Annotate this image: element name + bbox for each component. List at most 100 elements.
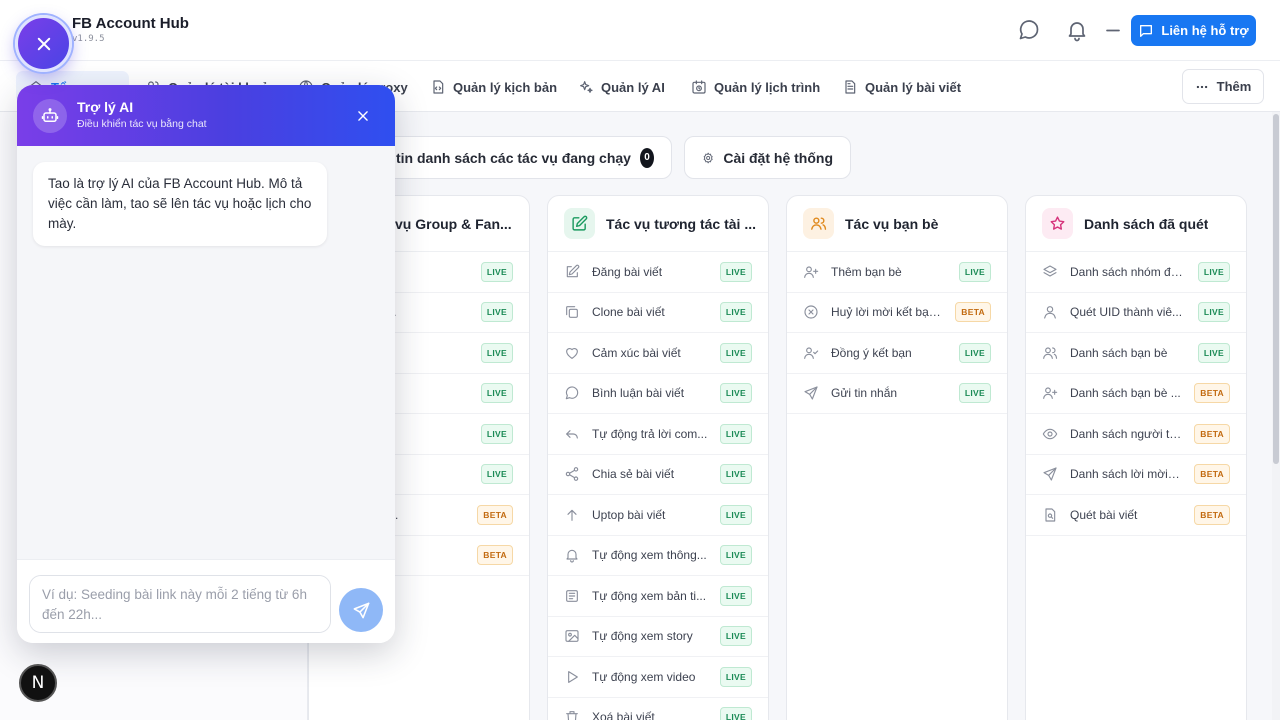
status-badge: LIVE bbox=[719, 545, 752, 566]
task-row[interactable]: Chia sẻ bài viết LIVE bbox=[548, 455, 768, 495]
task-row[interactable]: Danh sách người th... BETA bbox=[1026, 414, 1246, 455]
minimize-icon[interactable] bbox=[1101, 18, 1125, 42]
task-row-label: Danh sách lời mời k... bbox=[1070, 467, 1183, 482]
task-row[interactable]: Clone bài viết LIVE bbox=[548, 293, 768, 333]
task-row[interactable]: Huỷ lời mời kết bạn... BETA bbox=[787, 293, 1007, 333]
task-row[interactable]: Bình luận bài viết LIVE bbox=[548, 374, 768, 414]
status-badge: LIVE bbox=[719, 342, 752, 363]
edit-square-icon bbox=[564, 208, 595, 239]
heart-icon bbox=[566, 347, 578, 359]
status-badge: BETA bbox=[1194, 423, 1230, 444]
toggle-assistant-button[interactable] bbox=[15, 15, 72, 72]
chat-input[interactable] bbox=[29, 575, 331, 633]
more-label: Thêm bbox=[1216, 79, 1252, 94]
status-badge: BETA bbox=[1194, 504, 1230, 525]
dev-tools-badge[interactable]: N bbox=[19, 664, 57, 702]
status-badge: LIVE bbox=[480, 464, 513, 485]
nav-tab-posts[interactable]: Quản lý bài viết bbox=[842, 71, 961, 103]
nav-tab-label: Quản lý lịch trình bbox=[714, 79, 821, 95]
nav-tab-scripts[interactable]: Quản lý kịch bản bbox=[430, 71, 557, 103]
task-row-label: Huỷ lời mời kết bạn... bbox=[831, 305, 944, 320]
task-row-label: Chia sẻ bài viết bbox=[592, 467, 675, 482]
status-badge: LIVE bbox=[1197, 342, 1230, 363]
task-row[interactable]: Tự động xem video LIVE bbox=[548, 657, 768, 698]
message-circle-icon[interactable] bbox=[1017, 18, 1041, 42]
task-row[interactable]: Thêm bạn bè LIVE bbox=[787, 252, 1007, 293]
task-row-label: Uptop bài viết bbox=[592, 507, 666, 522]
status-badge: BETA bbox=[1194, 383, 1230, 404]
task-row[interactable]: Uptop bài viết LIVE bbox=[548, 495, 768, 536]
status-badge: LIVE bbox=[719, 464, 752, 485]
more-horizontal-icon bbox=[1196, 85, 1207, 88]
column-title: Tác vụ bạn bè bbox=[845, 215, 939, 232]
chat-header: Trợ lý AI Điều khiển tác vụ bằng chat bbox=[17, 85, 395, 146]
task-row-label: Tự động trả lời com... bbox=[592, 426, 708, 441]
bot-icon bbox=[33, 99, 67, 133]
task-row-label: Clone bài viết bbox=[592, 305, 665, 320]
task-row-label: Danh sách bạn bè ... bbox=[1070, 386, 1181, 401]
status-badge: LIVE bbox=[480, 342, 513, 363]
task-row-label: Tự động xem story bbox=[592, 629, 693, 644]
contact-support-button[interactable]: Liên hệ hỗ trợ bbox=[1131, 15, 1256, 46]
task-row-label: Tự động xem bản ti... bbox=[592, 588, 707, 603]
task-row-label: Cảm xúc bài viết bbox=[592, 345, 681, 360]
page-scrollbar-thumb[interactable] bbox=[1273, 114, 1279, 464]
status-badge: LIVE bbox=[719, 423, 752, 444]
users-icon bbox=[1043, 347, 1058, 359]
task-row[interactable]: Đăng bài viết LIVE bbox=[548, 252, 768, 293]
task-row[interactable]: Danh sách bạn bè LIVE bbox=[1026, 333, 1246, 374]
send-message-button[interactable] bbox=[339, 588, 383, 632]
task-row[interactable]: Tự động xem story LIVE bbox=[548, 617, 768, 657]
status-badge: LIVE bbox=[719, 383, 752, 404]
assistant-message: Tao là trợ lý AI của FB Account Hub. Mô … bbox=[33, 162, 327, 246]
close-chat-button[interactable] bbox=[352, 105, 374, 127]
nav-tab-label: Quản lý bài viết bbox=[865, 79, 962, 95]
bell-icon bbox=[566, 550, 578, 563]
task-row[interactable]: Quét UID thành viê... LIVE bbox=[1026, 293, 1246, 333]
task-row[interactable]: Tự động trả lời com... LIVE bbox=[548, 414, 768, 455]
close-icon bbox=[37, 37, 50, 50]
nav-tab-ai[interactable]: Quản lý AI bbox=[578, 71, 665, 103]
app-title: FB Account Hub bbox=[72, 15, 189, 32]
task-row[interactable]: Gửi tin nhắn LIVE bbox=[787, 374, 1007, 414]
task-row[interactable]: Danh sách nhóm đã... LIVE bbox=[1026, 252, 1246, 293]
nav-tab-label: Quản lý kịch bản bbox=[453, 79, 558, 95]
user-icon bbox=[1044, 306, 1056, 319]
task-row[interactable]: Danh sách lời mời k... BETA bbox=[1026, 455, 1246, 495]
app-version: v1.9.5 bbox=[72, 34, 105, 44]
users-icon bbox=[803, 208, 834, 239]
file-search-icon bbox=[1045, 508, 1056, 522]
task-row-label: Danh sách nhóm đã... bbox=[1070, 264, 1186, 279]
status-badge: BETA bbox=[1194, 464, 1230, 485]
status-badge: LIVE bbox=[480, 423, 513, 444]
status-badge: LIVE bbox=[480, 383, 513, 404]
chat-composer bbox=[17, 559, 395, 643]
nav-tab-schedule[interactable]: Quản lý lịch trình bbox=[691, 71, 820, 103]
nav-tab-label: Quản lý AI bbox=[601, 79, 665, 95]
more-button[interactable]: Thêm bbox=[1182, 69, 1264, 104]
task-row[interactable]: Cảm xúc bài viết LIVE bbox=[548, 333, 768, 374]
user-plus-icon bbox=[804, 266, 819, 278]
task-row[interactable]: Xoá bài viết LIVE bbox=[548, 698, 768, 720]
user-check-icon bbox=[804, 347, 819, 359]
running-tasks-label: tin danh sách các tác vụ đang chạy bbox=[396, 149, 631, 166]
task-row[interactable]: Tự động xem bản ti... LIVE bbox=[548, 576, 768, 617]
chat-messages: Tao là trợ lý AI của FB Account Hub. Mô … bbox=[17, 146, 395, 559]
status-badge: LIVE bbox=[958, 383, 991, 404]
task-row[interactable]: Quét bài viết BETA bbox=[1026, 495, 1246, 536]
status-badge: LIVE bbox=[1197, 302, 1230, 323]
send-icon bbox=[1043, 467, 1057, 481]
status-badge: LIVE bbox=[719, 504, 752, 525]
system-settings-button[interactable]: Cài đặt hệ thống bbox=[684, 136, 851, 179]
bell-icon[interactable] bbox=[1065, 18, 1089, 42]
ai-assistant-panel: Trợ lý AI Điều khiển tác vụ bằng chat Ta… bbox=[17, 85, 395, 643]
task-row[interactable]: Đồng ý kết bạn LIVE bbox=[787, 333, 1007, 374]
task-row[interactable]: Tự động xem thông... LIVE bbox=[548, 536, 768, 576]
edit-icon bbox=[566, 264, 580, 277]
send-icon bbox=[353, 602, 369, 618]
task-row[interactable]: Danh sách bạn bè ... BETA bbox=[1026, 374, 1246, 414]
calendar-clock-icon bbox=[692, 80, 706, 94]
chat-subtitle: Điều khiển tác vụ bằng chat bbox=[77, 118, 207, 130]
task-row-label: Thêm bạn bè bbox=[831, 264, 902, 279]
gear-icon bbox=[703, 152, 713, 163]
